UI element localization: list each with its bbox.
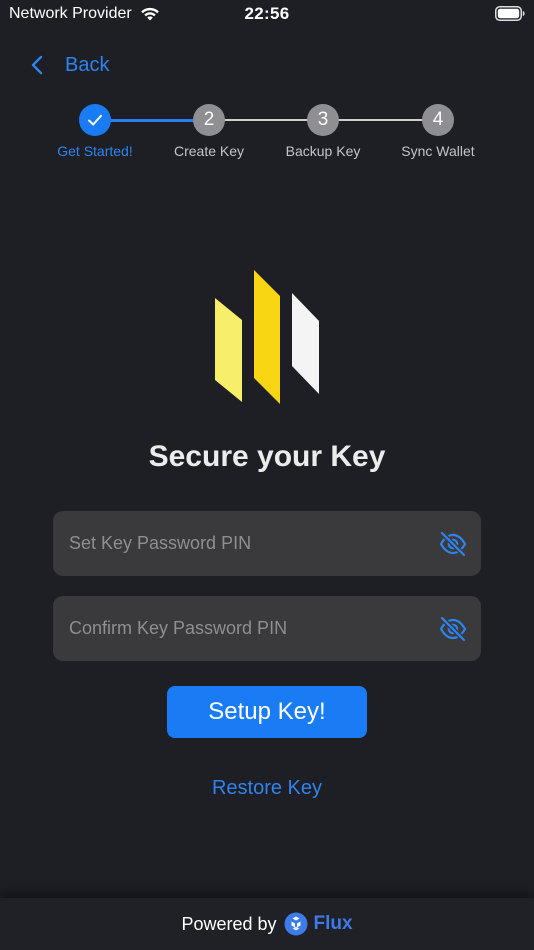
step-backup-key: 3 Backup Key [263, 104, 383, 159]
step-label: Create Key [173, 143, 245, 159]
flux-brand-label: Flux [313, 913, 353, 934]
battery-icon [495, 6, 525, 21]
footer: Powered by Flux [0, 898, 534, 950]
step-number: 3 [307, 104, 339, 136]
status-bar: Network Provider 22:56 [0, 0, 534, 28]
eye-off-icon[interactable] [439, 530, 467, 558]
powered-by-label: Powered by [181, 913, 277, 934]
eye-off-icon[interactable] [439, 615, 467, 643]
flux-logo-icon [284, 912, 307, 936]
checkmark-icon [88, 114, 102, 126]
step-number: 2 [193, 104, 225, 136]
chevron-left-icon [31, 55, 43, 75]
back-label: Back [65, 53, 110, 76]
restore-key-link[interactable]: Restore Key [0, 777, 534, 800]
confirm-pin-input[interactable] [69, 596, 419, 661]
setup-key-button[interactable]: Setup Key! [167, 686, 367, 738]
back-button[interactable]: Back [30, 52, 109, 78]
step-number: 4 [422, 104, 454, 136]
page-title: Secure your Key [148, 440, 386, 473]
step-label: Get Started! [57, 143, 133, 159]
pin-field [53, 511, 481, 576]
pin-input[interactable] [69, 511, 419, 576]
step-complete-indicator [79, 104, 111, 136]
step-create-key: 2 Create Key [149, 104, 269, 159]
progress-stepper: Get Started! 2 Create Key 3 Backup Key 4… [0, 104, 534, 164]
confirm-pin-field [53, 596, 481, 661]
clock: 22:56 [244, 4, 290, 23]
app-logo [215, 270, 319, 404]
step-get-started: Get Started! [35, 104, 155, 159]
step-label: Sync Wallet [401, 143, 475, 159]
step-sync-wallet: 4 Sync Wallet [378, 104, 498, 159]
step-label: Backup Key [285, 143, 361, 159]
